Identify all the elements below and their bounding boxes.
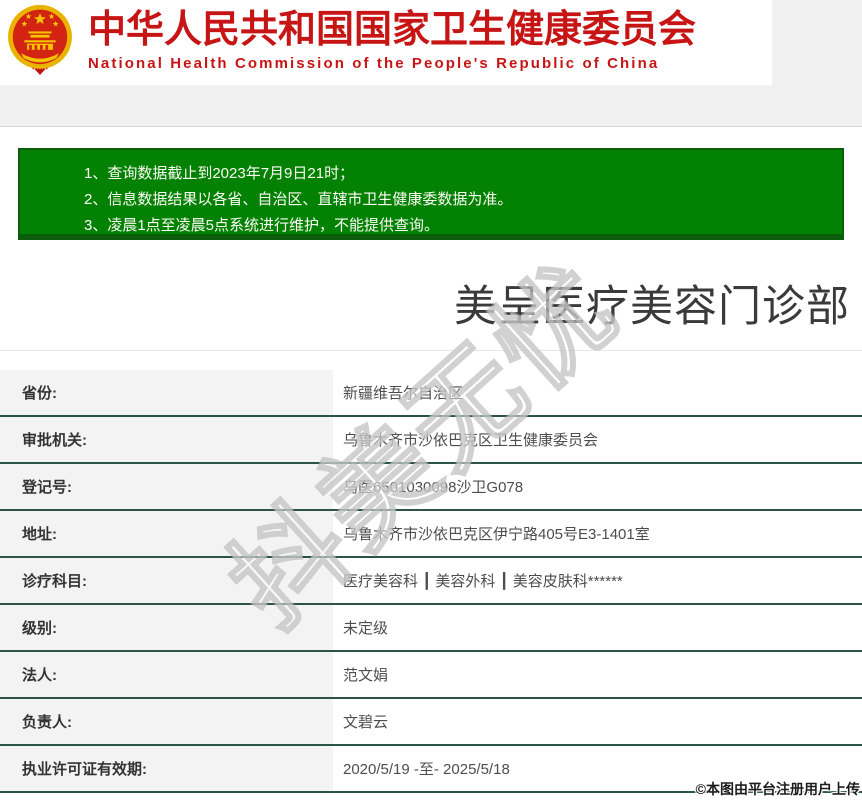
table-row: 登记号: 乌医6501030098沙卫G078 — [0, 464, 862, 511]
field-label: 登记号: — [0, 464, 333, 509]
notice-box: 1、查询数据截止到2023年7月9日21时； 2、信息数据结果以各省、自治区、直… — [18, 148, 844, 240]
table-row: 地址: 乌鲁木齐市沙依巴克区伊宁路405号E3-1401室 — [0, 511, 862, 558]
field-value: 乌鲁木齐市沙依巴克区卫生健康委员会 — [333, 417, 862, 462]
upload-attribution-badge: ©本图由平台注册用户上传 — [695, 781, 860, 797]
field-value: 医疗美容科 ┃ 美容外科 ┃ 美容皮肤科****** — [333, 558, 862, 603]
site-title-cn: 中华人民共和国国家卫生健康委员会 — [88, 9, 697, 51]
field-value: 乌医6501030098沙卫G078 — [333, 464, 862, 509]
site-header: 中华人民共和国国家卫生健康委员会 National Health Commiss… — [0, 0, 772, 85]
table-row: 省份: 新疆维吾尔自治区 — [0, 370, 862, 417]
notice-line-2: 2、信息数据结果以各省、自治区、直辖市卫生健康委数据为准。 — [84, 191, 513, 208]
field-label: 执业许可证有效期: — [0, 746, 333, 791]
field-label: 负责人: — [0, 699, 333, 744]
clinic-name-title: 美呈医疗美容门诊部 — [454, 283, 850, 331]
field-label: 法人: — [0, 652, 333, 697]
table-row: 诊疗科目: 医疗美容科 ┃ 美容外科 ┃ 美容皮肤科****** — [0, 558, 862, 605]
field-value: 乌鲁木齐市沙依巴克区伊宁路405号E3-1401室 — [333, 511, 862, 556]
header-band: 中华人民共和国国家卫生健康委员会 National Health Commiss… — [0, 0, 862, 127]
table-row: 负责人: 文碧云 — [0, 699, 862, 746]
page: 中华人民共和国国家卫生健康委员会 National Health Commiss… — [0, 0, 862, 800]
field-value: 新疆维吾尔自治区 — [333, 370, 862, 415]
field-label: 诊疗科目: — [0, 558, 333, 603]
field-label: 级别: — [0, 605, 333, 650]
site-title-en: National Health Commission of the People… — [88, 55, 660, 72]
field-value: 文碧云 — [333, 699, 862, 744]
table-row: 法人: 范文娟 — [0, 652, 862, 699]
notice-line-3: 3、凌晨1点至凌晨5点系统进行维护，不能提供查询。 — [84, 217, 440, 234]
field-value: 未定级 — [333, 605, 862, 650]
header-text: 中华人民共和国国家卫生健康委员会 National Health Commiss… — [88, 8, 768, 72]
clinic-info-table: 省份: 新疆维吾尔自治区 审批机关: 乌鲁木齐市沙依巴克区卫生健康委员会 登记号: 乌医6… — [0, 370, 862, 793]
section-divider — [0, 350, 862, 351]
field-label: 审批机关: — [0, 417, 333, 462]
table-row: 级别: 未定级 — [0, 605, 862, 652]
notice-line-1: 1、查询数据截止到2023年7月9日21时； — [84, 165, 355, 182]
field-value: 范文娟 — [333, 652, 862, 697]
field-label: 省份: — [0, 370, 333, 415]
china-national-emblem-icon — [6, 4, 74, 82]
field-label: 地址: — [0, 511, 333, 556]
table-row: 审批机关: 乌鲁木齐市沙依巴克区卫生健康委员会 — [0, 417, 862, 464]
